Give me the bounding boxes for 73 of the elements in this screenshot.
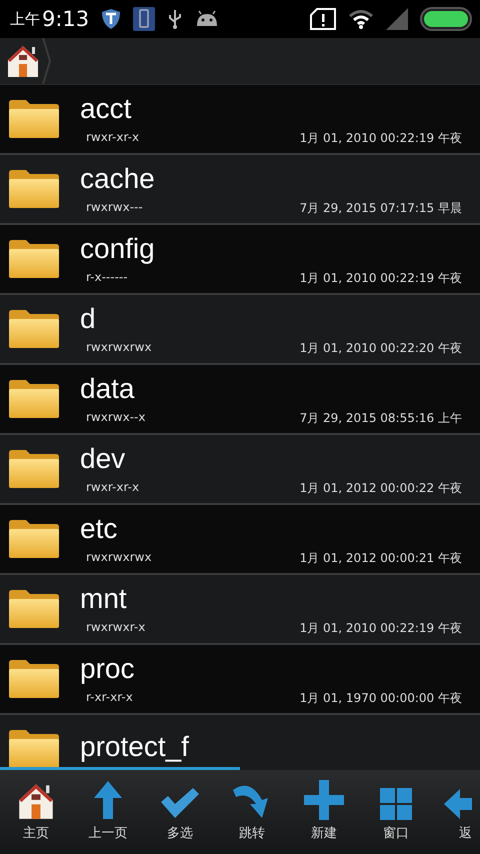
file-permissions: rwxrwx--- bbox=[86, 200, 143, 216]
file-row[interactable]: config r-x------ 1月 01, 2010 00:22:19 午夜 bbox=[0, 225, 480, 295]
folder-icon bbox=[8, 729, 60, 769]
checkmark-icon bbox=[160, 786, 200, 820]
file-name: d bbox=[80, 302, 97, 336]
sim-alert-icon bbox=[310, 8, 336, 30]
toolbar-button[interactable]: 返 bbox=[432, 788, 472, 842]
file-permissions: rwxrwxr-x bbox=[86, 620, 146, 636]
file-permissions: rwxr-xr-x bbox=[86, 480, 140, 496]
phone-icon bbox=[133, 7, 156, 31]
file-row[interactable]: data rwxrwx--x 7月 29, 2015 08:55:16 上午 bbox=[0, 365, 480, 435]
house-icon bbox=[18, 782, 54, 820]
file-name: data bbox=[80, 372, 136, 406]
file-modified-date: 7月 29, 2015 08:55:16 上午 bbox=[300, 410, 462, 426]
file-name: etc bbox=[80, 512, 118, 546]
android-icon bbox=[195, 10, 220, 28]
file-name: protect_f bbox=[80, 730, 190, 764]
file-modified-date: 1月 01, 2012 00:00:21 午夜 bbox=[300, 550, 462, 566]
file-row[interactable]: proc r-xr-xr-x 1月 01, 1970 00:00:00 午夜 bbox=[0, 645, 480, 715]
status-ampm: 上午 bbox=[10, 10, 40, 28]
left-arrow-icon bbox=[444, 788, 472, 820]
folder-icon bbox=[8, 169, 60, 209]
toolbar-button[interactable]: 新建 bbox=[288, 780, 360, 842]
file-name: cache bbox=[80, 162, 156, 196]
file-permissions: r-xr-xr-x bbox=[86, 690, 133, 706]
house-icon bbox=[7, 44, 39, 78]
folder-icon bbox=[8, 99, 60, 139]
file-modified-date: 1月 01, 2010 00:22:19 午夜 bbox=[300, 130, 462, 146]
folder-icon bbox=[8, 239, 60, 279]
plus-icon bbox=[304, 780, 344, 820]
file-permissions: r-x------ bbox=[86, 270, 128, 286]
file-modified-date: 1月 01, 2010 00:22:20 午夜 bbox=[300, 340, 462, 356]
file-name: dev bbox=[80, 442, 126, 476]
file-permissions: rwxr-xr-x bbox=[86, 130, 140, 146]
toolbar-button[interactable]: 窗口 bbox=[360, 788, 432, 842]
file-row[interactable]: acct rwxr-xr-x 1月 01, 2010 00:22:19 午夜 bbox=[0, 85, 480, 155]
file-row[interactable]: cache rwxrwx--- 7月 29, 2015 07:17:15 早晨 bbox=[0, 155, 480, 225]
usb-icon bbox=[167, 8, 184, 30]
toolbar-button[interactable]: 上一页 bbox=[72, 780, 144, 842]
file-permissions: rwxrwxrwx bbox=[86, 550, 152, 566]
file-modified-date: 1月 01, 2010 00:22:19 午夜 bbox=[300, 620, 462, 636]
file-row[interactable]: d rwxrwxrwx 1月 01, 2010 00:22:20 午夜 bbox=[0, 295, 480, 365]
file-name: acct bbox=[80, 92, 132, 126]
signal-icon bbox=[386, 8, 408, 30]
toolbar-button[interactable]: 主页 bbox=[0, 782, 72, 842]
toolbar-button[interactable]: 多选 bbox=[144, 786, 216, 842]
folder-icon bbox=[8, 589, 60, 629]
file-modified-date: 7月 29, 2015 07:17:15 早晨 bbox=[300, 200, 462, 216]
shield-icon bbox=[101, 8, 122, 30]
status-time: 9:13 bbox=[42, 7, 90, 31]
file-modified-date: 1月 01, 2010 00:22:19 午夜 bbox=[300, 270, 462, 286]
file-name: mnt bbox=[80, 582, 128, 616]
breadcrumb-separator-icon bbox=[42, 38, 52, 84]
battery-icon bbox=[420, 7, 472, 31]
file-row[interactable]: mnt rwxrwxr-x 1月 01, 2010 00:22:19 午夜 bbox=[0, 575, 480, 645]
folder-icon bbox=[8, 309, 60, 349]
file-row[interactable]: protect_f bbox=[0, 715, 480, 770]
file-name: proc bbox=[80, 652, 136, 686]
toolbar-button[interactable]: 跳转 bbox=[216, 782, 288, 842]
folder-icon bbox=[8, 659, 60, 699]
file-row[interactable]: dev rwxr-xr-x 1月 01, 2012 00:00:22 午夜 bbox=[0, 435, 480, 505]
folder-icon bbox=[8, 519, 60, 559]
folder-icon bbox=[8, 449, 60, 489]
window-grid-icon bbox=[380, 788, 412, 820]
file-row[interactable]: etc rwxrwxrwx 1月 01, 2012 00:00:21 午夜 bbox=[0, 505, 480, 575]
wifi-icon bbox=[348, 9, 374, 29]
file-modified-date: 1月 01, 1970 00:00:00 午夜 bbox=[300, 690, 462, 706]
up-arrow-icon bbox=[93, 780, 123, 820]
file-permissions: rwxrwx--x bbox=[86, 410, 146, 426]
file-permissions: rwxrwxrwx bbox=[86, 340, 152, 356]
folder-icon bbox=[8, 379, 60, 419]
file-modified-date: 1月 01, 2012 00:00:22 午夜 bbox=[300, 480, 462, 496]
file-name: config bbox=[80, 232, 156, 266]
